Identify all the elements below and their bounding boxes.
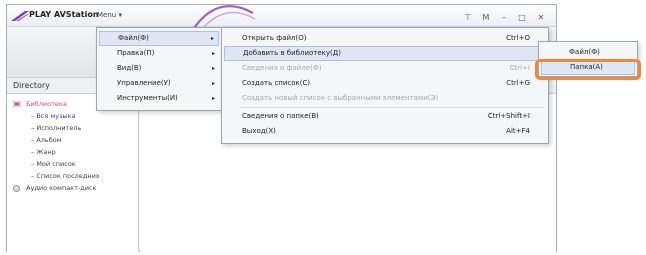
chevron-right-icon: ▸ <box>211 50 215 57</box>
menu-item-file-info[interactable]: Сведения о файле(Ф) Ctrl+I <box>224 61 546 76</box>
tree-item-library[interactable]: Библиотека <box>13 100 67 108</box>
app-title: PLAY AVStation <box>29 10 99 19</box>
shortcut-label: Ctrl+I <box>509 64 530 72</box>
highlight-callout <box>535 59 641 80</box>
menu-separator <box>240 107 544 108</box>
tree-item-artist[interactable]: – Исполнитель <box>31 124 81 132</box>
filter-icon[interactable]: ⊤ <box>461 10 475 23</box>
tree-item-all-music[interactable]: – Вся музыка <box>31 112 76 120</box>
disc-icon <box>13 184 20 192</box>
title-bar: PLAY AVStation Menu ▾ ⊤ M – □ ✕ <box>7 5 556 33</box>
maximize-button[interactable]: □ <box>515 10 529 23</box>
tree-item-label: Аудио компакт-диск <box>26 184 97 192</box>
tree-item-my-list[interactable]: – Мой список <box>31 160 76 168</box>
menu-item-create-list[interactable]: Создать список(С) Ctrl+G <box>224 76 546 91</box>
shortcut-label: Ctrl+G <box>506 79 530 87</box>
menu-item-folder-info[interactable]: Сведения о папке(В) Ctrl+Shift+I <box>224 109 546 124</box>
chevron-down-icon: ▾ <box>118 11 122 19</box>
menu-item-control[interactable]: Управление(У) ▸ <box>99 76 219 91</box>
tree-item-genre[interactable]: – Жанр <box>31 148 56 156</box>
menu-item-add-to-library[interactable]: Добавить в библиотеку(Д) ▸ <box>224 46 546 61</box>
menu-item-tools[interactable]: Инструменты(И) ▸ <box>99 91 219 106</box>
chevron-right-icon: ▸ <box>211 80 215 87</box>
mini-mode-button[interactable]: M <box>479 10 493 23</box>
tree-item-label: Библиотека <box>26 100 67 108</box>
menu-item-create-list-from-selection[interactable]: Создать новый список с выбранными элемен… <box>224 91 546 106</box>
shortcut-label: Alt+F4 <box>506 127 530 135</box>
tree-item-album[interactable]: – Альбом <box>31 136 62 144</box>
file-menu: Открыть файл(О) Ctrl+O Добавить в библио… <box>221 27 549 144</box>
close-button[interactable]: ✕ <box>534 10 548 23</box>
menu-item-exit[interactable]: Выход(Х) Alt+F4 <box>224 124 546 139</box>
tree-item-recent-list[interactable]: – Список последних <box>31 172 100 180</box>
menu-label: Menu <box>97 11 117 19</box>
menu-item-view[interactable]: Вид(В) ▸ <box>99 61 219 76</box>
menu-item-open-file[interactable]: Открыть файл(О) Ctrl+O <box>224 31 546 46</box>
minimize-button[interactable]: – <box>497 10 511 23</box>
shortcut-label: Ctrl+O <box>506 34 530 42</box>
shortcut-label: Ctrl+Shift+I <box>487 112 530 120</box>
tree-item-audio-cd[interactable]: Аудио компакт-диск <box>13 184 96 192</box>
main-menu: Файл(Ф) ▸ Правка(П) ▸ Вид(В) ▸ Управлени… <box>96 27 222 111</box>
menu-item-file[interactable]: Файл(Ф) ▸ <box>99 31 219 46</box>
library-icon <box>13 101 21 107</box>
chevron-right-icon: ▸ <box>211 65 215 72</box>
chevron-right-icon: ▸ <box>210 35 214 42</box>
chevron-right-icon: ▸ <box>211 95 215 102</box>
app-logo-icon <box>11 11 29 21</box>
submenu-item-file[interactable]: Файл(Ф) <box>541 45 635 60</box>
menu-button[interactable]: Menu ▾ <box>97 11 122 19</box>
menu-item-edit[interactable]: Правка(П) ▸ <box>99 46 219 61</box>
